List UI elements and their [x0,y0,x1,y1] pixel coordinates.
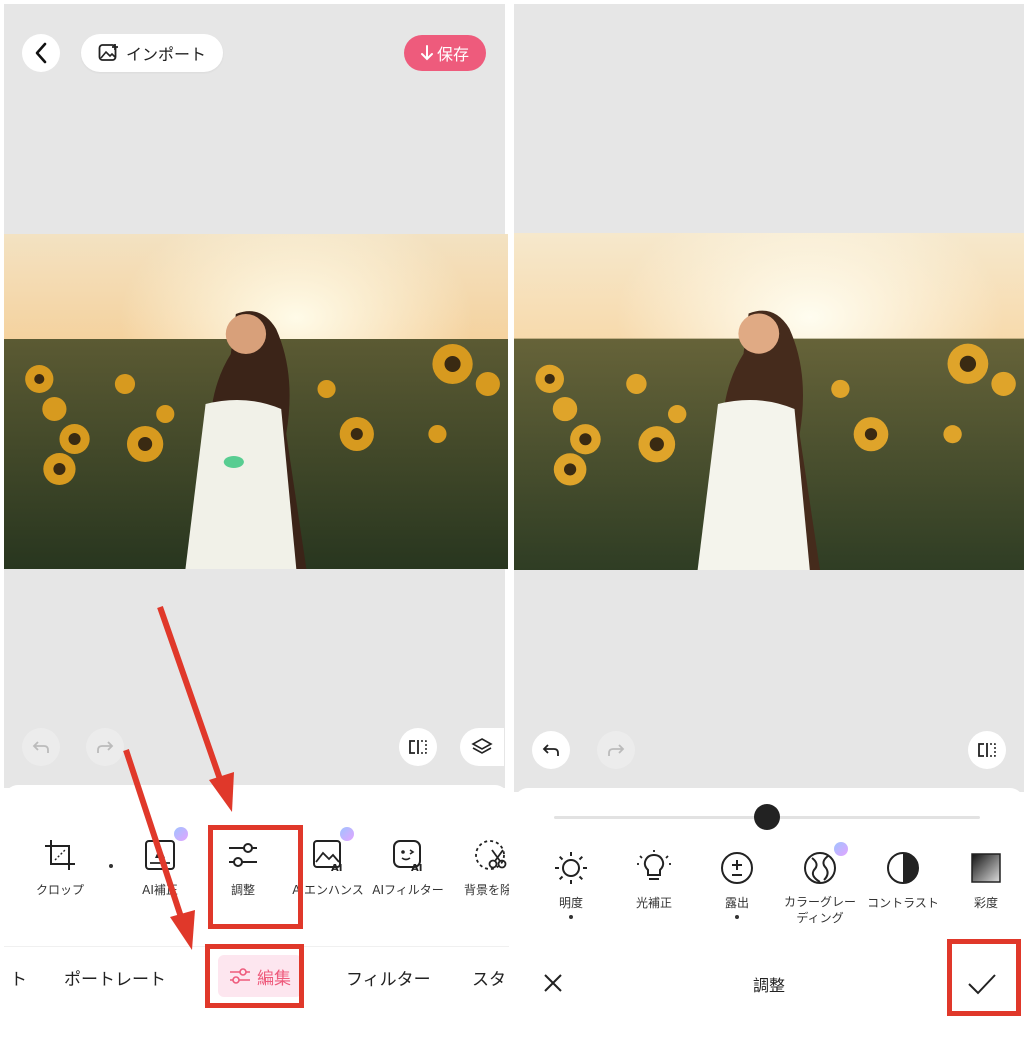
svg-text:AI: AI [331,863,342,872]
crop-icon [45,840,75,870]
layers-icon [471,738,493,754]
premium-gem-icon [174,827,188,841]
svg-text:AI: AI [411,863,422,872]
modified-indicator-dot [569,915,573,919]
scissors-icon [475,840,507,870]
adjust-contrast[interactable]: コントラスト [861,848,945,911]
compare-button[interactable] [399,728,437,766]
undo-button[interactable] [532,731,570,769]
import-label: インポート [125,45,206,64]
tool-ai-correction[interactable]: AI補正 [118,835,202,898]
save-label: 保存 [436,45,469,64]
undo-icon [32,741,49,753]
sun-icon [555,852,587,884]
import-button[interactable]: インポート [81,34,223,72]
ai-image-icon: AI [313,840,342,872]
redo-icon [97,741,114,753]
adjust-light-correction[interactable]: 光補正 [612,848,696,911]
image-add-icon [98,44,118,61]
highlight-edit-tab [205,944,304,1008]
exposure-icon [721,852,753,884]
ai-enhance-portrait-icon [145,840,175,870]
edited-photo [4,234,508,569]
sunflower-field-photo [514,233,1024,570]
highlight-confirm-button [947,939,1021,1016]
edited-photo [514,233,1024,570]
saturation-icon [971,853,1001,883]
layers-button[interactable] [460,728,504,766]
premium-gem-icon [834,842,848,856]
color-grading-icon [804,852,836,884]
color-grading-label-line1: カラーグレー [783,895,856,909]
modified-indicator-dot [735,915,739,919]
tab-portrait[interactable]: ポートレート [64,965,166,990]
chevron-left-icon [35,42,47,64]
tool-remove-background[interactable]: 背景を除 [448,835,509,898]
tab-filter[interactable]: フィルター [346,965,431,990]
save-button[interactable]: 保存 [404,35,486,71]
tool-crop[interactable]: クロップ [18,835,102,898]
tab-partial-left[interactable]: ト [10,965,27,990]
right-adjust-screen: 明度 光補正 露出 カラーグレー ディング コントラスト 彩度 調整 [514,0,1032,1040]
undo-button[interactable] [22,728,60,766]
redo-button[interactable] [597,731,635,769]
premium-gem-icon [340,827,354,841]
compare-icon [409,740,427,754]
adjust-brightness[interactable]: 明度 [529,848,613,919]
redo-button[interactable] [86,728,124,766]
sunflower-field-photo [4,234,508,569]
slider-knob[interactable] [754,804,780,830]
adjust-slider[interactable] [554,804,980,830]
redo-icon [608,744,625,756]
separator-dot [109,864,113,868]
ai-face-icon: AI [393,840,422,872]
color-grading-label-line2: ディング [796,911,844,925]
back-button[interactable] [22,34,60,72]
undo-icon [542,744,559,756]
adjust-color-grading[interactable]: カラーグレー ディング [778,848,862,926]
compare-icon [978,743,996,757]
compare-button[interactable] [968,731,1006,769]
bulb-icon [637,850,671,880]
contrast-icon [887,852,919,884]
tab-style-partial[interactable]: スタ [472,965,506,990]
adjust-exposure[interactable]: 露出 [695,848,779,919]
highlight-adjust-tool [208,825,303,929]
arrow-down-icon [420,45,433,61]
adjust-saturation[interactable]: 彩度 [944,848,1028,911]
tool-ai-filter[interactable]: AI AIフィルター [366,835,450,898]
